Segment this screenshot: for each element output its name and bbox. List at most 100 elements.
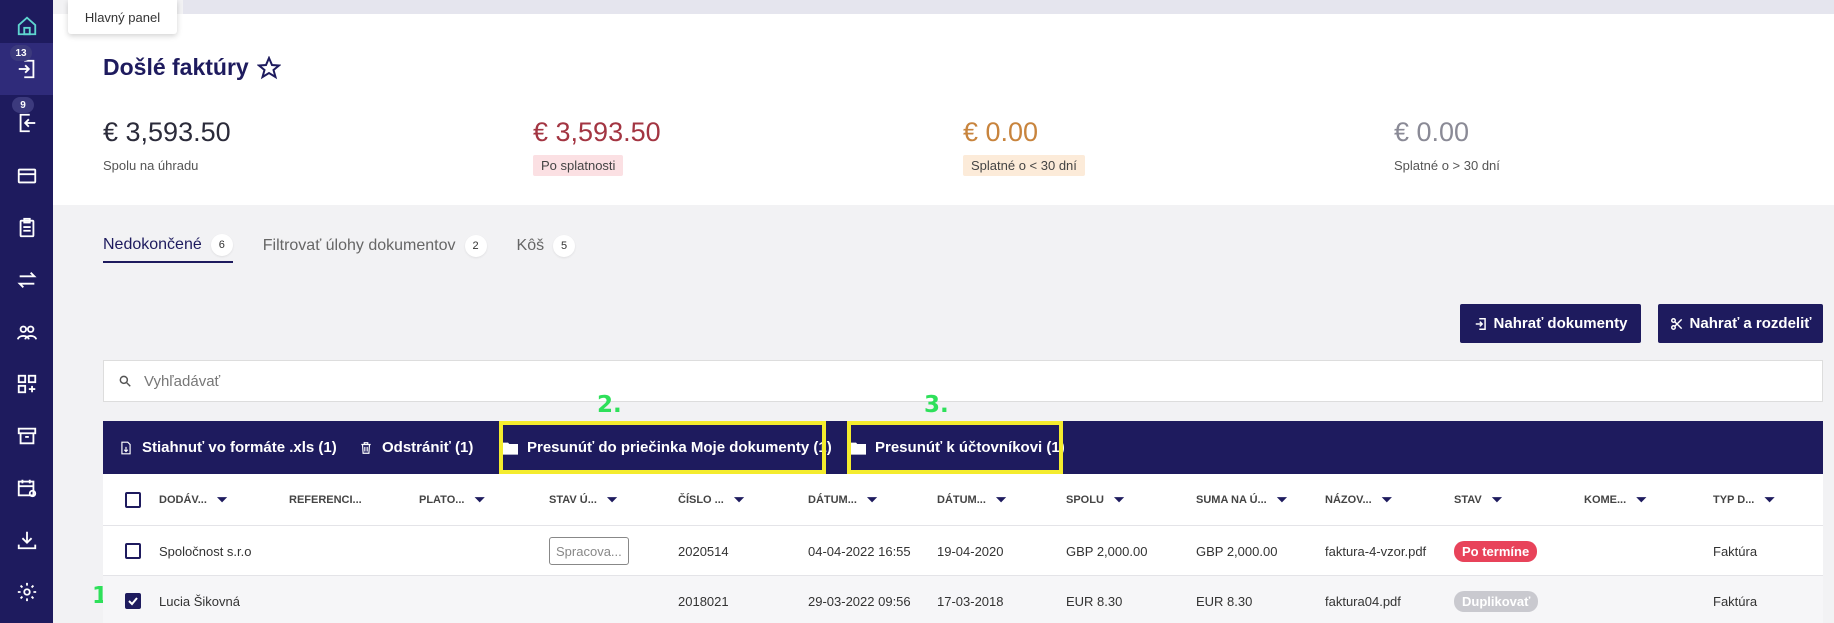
invoices-table: DODÁV... ⏷ REFERENCI... PLATO... ⏷ STAV Ú.… [103, 474, 1823, 623]
row-checkbox-checked[interactable] [125, 593, 141, 609]
step-3-label: 3. [924, 392, 949, 418]
filename-cell[interactable]: faktura-4-vzor.pdf [1325, 526, 1426, 576]
stat-overdue-value: € 3,593.50 [533, 117, 661, 147]
column-header[interactable]: SPOLU ⏷ [1066, 474, 1124, 526]
select-all-cell [125, 474, 141, 526]
outgoing-invoices-icon [19, 113, 35, 133]
calendar-icon [17, 479, 36, 498]
stat-overdue: € 3,593.50 Po splatnosti [533, 117, 661, 176]
sidebar-item-tasks[interactable] [0, 202, 53, 254]
filter-icon[interactable]: ⏷ [1382, 492, 1392, 508]
column-header[interactable]: TYP D... ⏷ [1713, 474, 1775, 526]
home-icon [17, 16, 36, 36]
column-header[interactable]: DÁTUM... ⏷ [808, 474, 877, 526]
total-cell: EUR 8.30 [1066, 593, 1123, 609]
sidebar-item-download[interactable] [0, 514, 53, 566]
column-header[interactable]: NÁZOV... ⏷ [1325, 474, 1392, 526]
filter-icon[interactable]: ⏷ [217, 492, 227, 508]
tab-trash-label: Kôš [516, 237, 545, 254]
tab-filter-tasks[interactable]: Filtrovať úlohy dokumentov 2 [263, 229, 487, 263]
filter-icon[interactable]: ⏷ [474, 492, 484, 508]
filter-icon[interactable]: ⏷ [734, 492, 744, 508]
search-input[interactable]: Vyhľadávať [103, 360, 1823, 402]
archive-icon [17, 427, 36, 445]
filter-icon[interactable]: ⏷ [1114, 492, 1124, 508]
upload-documents-button[interactable]: Nahrať dokumenty [1460, 304, 1641, 343]
tab-trash[interactable]: Kôš 5 [517, 229, 576, 263]
filter-icon[interactable]: ⏷ [1277, 492, 1287, 508]
download-xls-label: Stiahnuť vo formáte .xls (1) [142, 439, 337, 456]
status-badge: Duplikovať [1454, 590, 1539, 612]
download-icon [17, 531, 36, 550]
incoming-count-badge: 13 [10, 45, 32, 61]
card-icon [17, 168, 36, 184]
sidebar-item-archive[interactable] [0, 410, 53, 462]
column-header[interactable]: STAV Ú... ⏷ [549, 474, 617, 526]
column-header[interactable]: PLATO... ⏷ [419, 474, 485, 526]
file-download-icon [121, 441, 131, 454]
top-strip [183, 0, 1834, 14]
status-badge: Po termíne [1454, 540, 1538, 562]
stat-due-soon-value: € 0.00 [963, 117, 1039, 147]
amount-cell: GBP 2,000.00 [1196, 543, 1278, 559]
column-header[interactable]: ČÍSLO ... ⏷ [678, 474, 744, 526]
delete-button[interactable]: Odstrániť (1) [359, 421, 473, 474]
download-xls-button[interactable]: Stiahnuť vo formáte .xls (1) [119, 421, 337, 474]
filter-icon[interactable]: ⏷ [996, 492, 1006, 508]
column-header[interactable]: STAV ⏷ [1454, 474, 1502, 526]
table-row[interactable]: Lucia Šikovná 2018021 29-03-2022 09:56 1… [103, 576, 1823, 623]
page-title-text: Došlé faktúry [103, 54, 249, 80]
stat-total: € 3,593.50 Spolu na úhradu [103, 117, 231, 173]
contacts-icon [16, 325, 37, 340]
status-select[interactable]: Spracova... [549, 537, 629, 565]
column-header[interactable]: REFERENCI... [289, 474, 362, 526]
step-2-label: 2. [597, 392, 622, 418]
column-header[interactable]: SUMA NA Ú... ⏷ [1196, 474, 1287, 526]
date-cell: 17-03-2018 [937, 593, 1004, 609]
incoming-invoices-icon [18, 59, 34, 79]
highlight-step-3 [847, 421, 1063, 474]
date-cell: 04-04-2022 16:55 [808, 543, 911, 559]
table-row[interactable]: Spoločnost s.r.o Spracova... 2020514 04-… [103, 526, 1823, 576]
date-cell: 29-03-2022 09:56 [808, 593, 911, 609]
upload-split-button[interactable]: Nahrať a rozdeliť [1658, 304, 1823, 343]
sidebar-item-outgoing-invoices[interactable]: 9 [0, 97, 53, 149]
column-header[interactable]: KOME... ⏷ [1584, 474, 1647, 526]
sidebar-item-settings[interactable] [0, 566, 53, 618]
transfer-icon [16, 272, 37, 288]
filename-cell[interactable]: faktura04.pdf [1325, 576, 1401, 623]
sidebar-item-calendar[interactable] [0, 462, 53, 514]
upload-icon [1475, 317, 1486, 330]
delete-label: Odstrániť (1) [382, 439, 474, 456]
upload-split-label: Nahrať a rozdeliť [1689, 315, 1812, 332]
scissors-icon [1670, 317, 1682, 330]
tab-filter-tasks-count: 2 [464, 235, 487, 257]
tab-trash-count: 5 [553, 235, 576, 257]
type-cell: Faktúra [1713, 593, 1758, 609]
row-checkbox[interactable] [125, 543, 141, 559]
stat-due-soon: € 0.00 Splatné o < 30 dní [963, 117, 1085, 176]
filter-icon[interactable]: ⏷ [1492, 492, 1502, 508]
sidebar-item-incoming-invoices[interactable]: 13 [0, 43, 53, 95]
sidebar-item-apps[interactable] [0, 358, 53, 410]
sidebar-item-payments[interactable] [0, 150, 53, 202]
filter-icon[interactable]: ⏷ [1764, 492, 1774, 508]
star-icon[interactable] [256, 55, 281, 80]
highlight-step-2 [499, 421, 826, 474]
tooltip: Hlavný panel [68, 0, 177, 34]
select-all-checkbox[interactable] [125, 492, 141, 508]
tab-unfinished[interactable]: Nedokončené 6 [103, 229, 233, 263]
filter-icon[interactable]: ⏷ [867, 492, 877, 508]
stat-due-later: € 0.00 Splatné o > 30 dní [1394, 117, 1500, 173]
number-cell: 2018021 [678, 593, 729, 609]
tab-unfinished-count: 6 [210, 234, 233, 256]
supplier-cell: Lucia Šikovná [159, 593, 240, 609]
stat-overdue-label: Po splatnosti [533, 155, 624, 176]
sidebar-item-transfers[interactable] [0, 254, 53, 306]
sidebar-item-contacts[interactable] [0, 306, 53, 358]
column-header[interactable]: DODÁV... ⏷ [159, 474, 227, 526]
apps-icon [17, 374, 36, 394]
filter-icon[interactable]: ⏷ [607, 492, 617, 508]
filter-icon[interactable]: ⏷ [1636, 492, 1646, 508]
column-header[interactable]: DÁTUM... ⏷ [937, 474, 1006, 526]
